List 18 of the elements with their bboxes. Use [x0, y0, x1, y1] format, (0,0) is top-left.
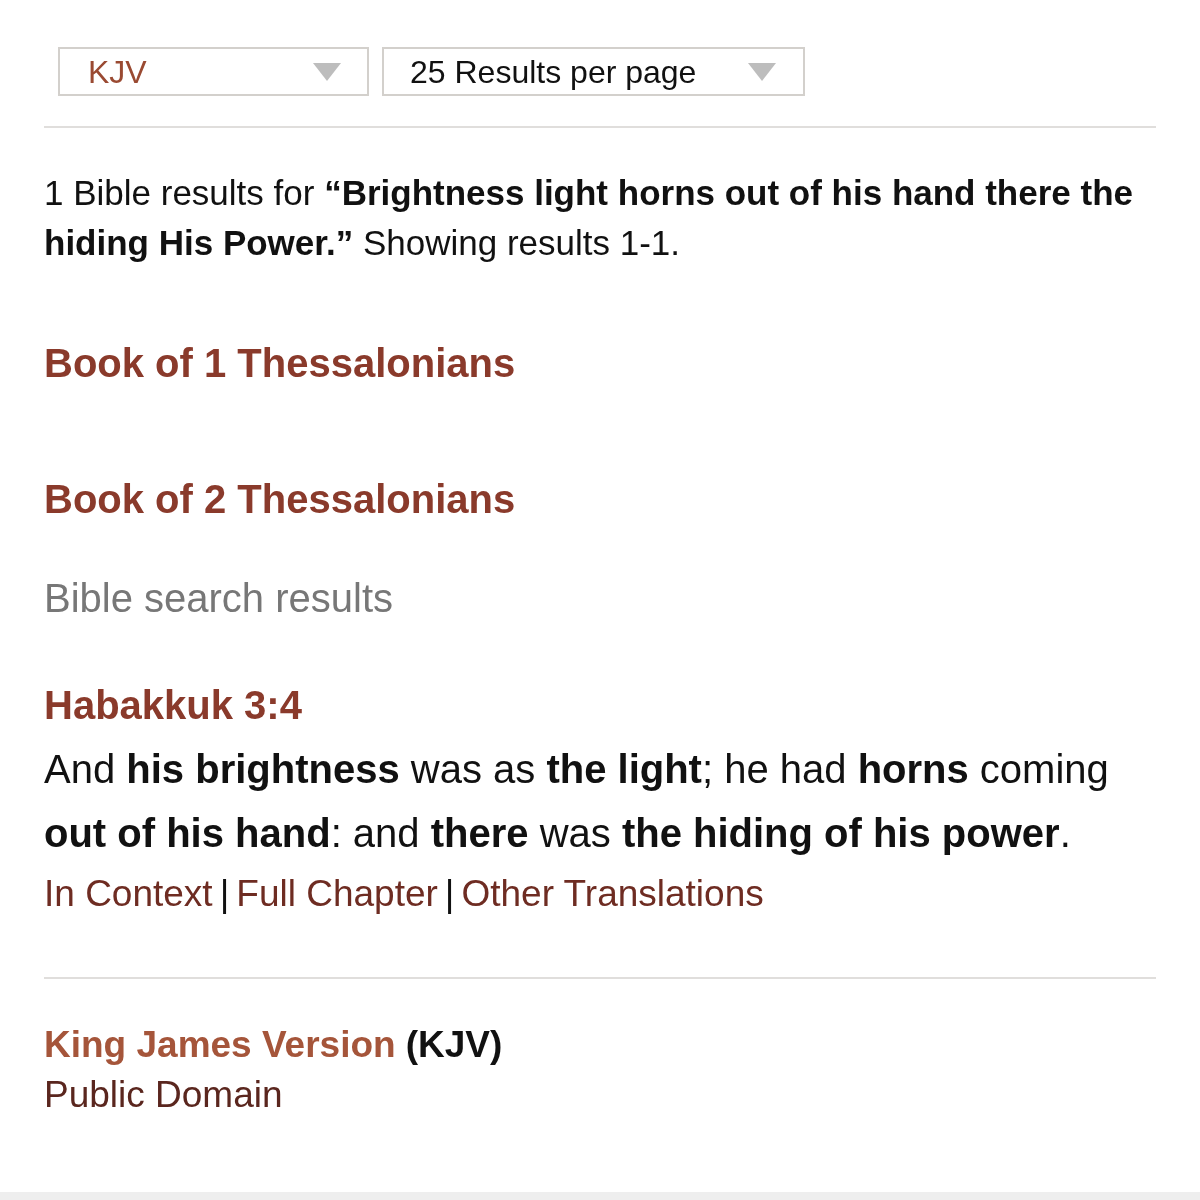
results-summary: 1 Bible results for “Brightness light horns out of his hand there the hiding His Power.” Showing results 1-1.	[44, 172, 1135, 264]
verse-link[interactable]: In Context	[44, 870, 213, 918]
verse-link[interactable]: Full Chapter	[236, 870, 438, 918]
book-link[interactable]: Book of 2 Thessalonians	[44, 475, 516, 523]
results-per-page-dropdown[interactable]: 25 Results per page	[382, 47, 805, 96]
verse-reference-link[interactable]: Habakkuk 3:4	[44, 681, 302, 729]
link-separator: |	[219, 872, 230, 916]
caret-icon	[313, 62, 341, 81]
book-link[interactable]: Book of 1 Thessalonians	[44, 339, 516, 387]
verse-text: And his brightness was as the light; he had horns coming out of his hand: and there was the hiding of his power.	[44, 746, 1110, 857]
caret-icon	[748, 62, 776, 81]
version-link[interactable]: King James Version	[44, 1020, 396, 1070]
version-abbreviation: (KJV)	[405, 1023, 503, 1067]
license-text: Public Domain	[44, 1073, 283, 1117]
version-dropdown[interactable]: KJV	[58, 47, 369, 96]
section-title: Bible search results	[44, 575, 394, 622]
link-separator: |	[444, 872, 455, 916]
verse-link[interactable]: Other Translations	[461, 870, 764, 918]
